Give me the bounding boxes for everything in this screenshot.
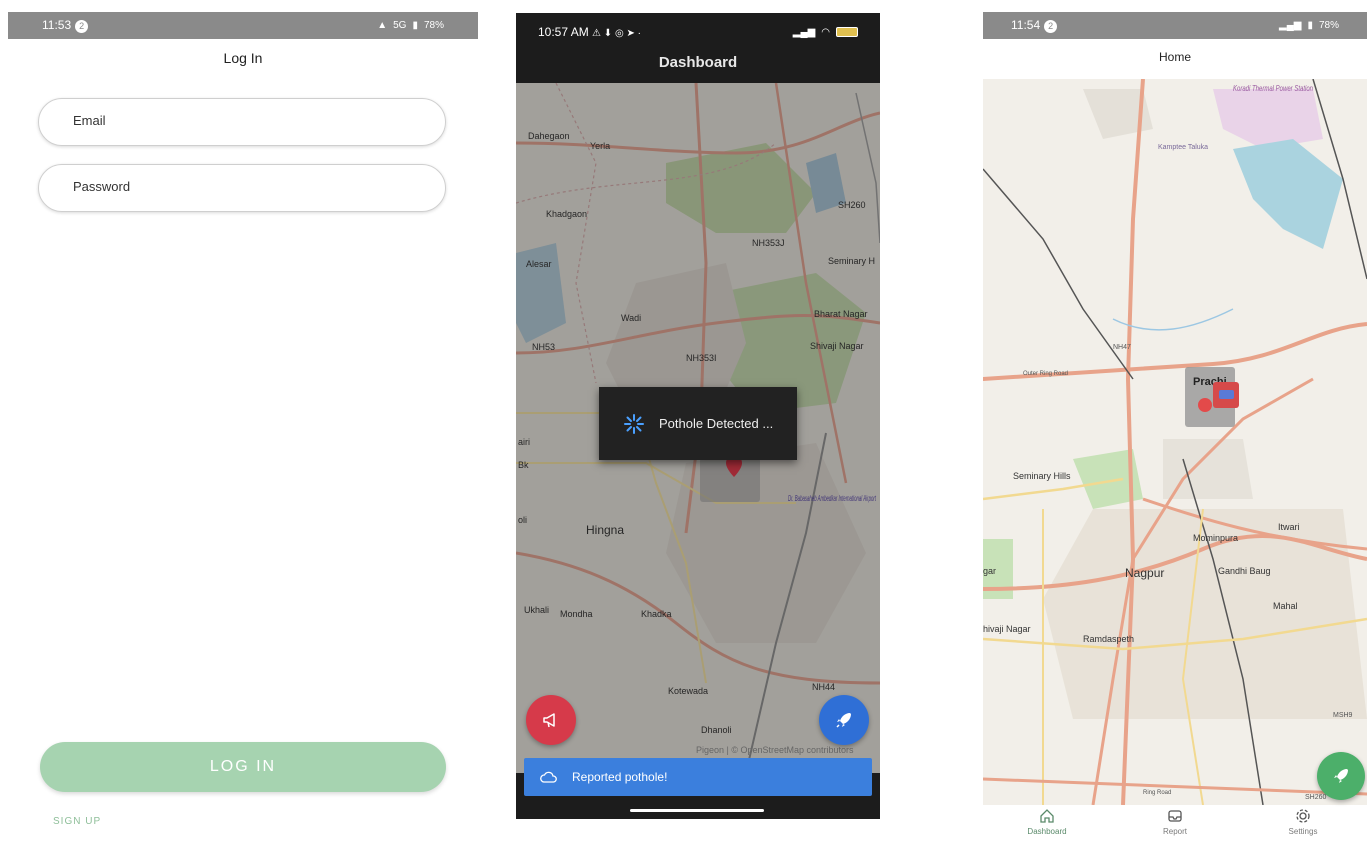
report-pothole-button[interactable]: [526, 695, 576, 745]
spinner-icon: [624, 413, 644, 434]
snackbar: Reported pothole!: [524, 758, 872, 796]
battery-level: 78%: [1318, 20, 1339, 31]
rocket-icon: [1334, 769, 1348, 783]
map-label: Itwari: [1278, 522, 1300, 532]
pothole-marker[interactable]: [1198, 398, 1212, 412]
rocket-icon: [836, 713, 851, 728]
status-time: 10:57 AM: [538, 25, 589, 39]
status-time: 11:54: [1011, 18, 1041, 32]
map-label: Nagpur: [1125, 566, 1164, 580]
dashboard-screen: 10:57 AM ⚠ ⬇ ◎ ➤ · ▂▄▆ ◠ Dashboard Daheg…: [516, 13, 880, 819]
map-label: Mominpura: [1193, 533, 1238, 543]
page-title: Home: [1158, 50, 1191, 64]
wifi-icon: ◠: [821, 26, 830, 38]
status-bar: 10:57 AM ⚠ ⬇ ◎ ➤ · ▂▄▆ ◠: [516, 13, 880, 51]
start-detection-button[interactable]: [1317, 752, 1365, 800]
battery-icon: ▮: [412, 20, 418, 31]
nav-label: Settings: [1288, 827, 1318, 836]
signal-icon: ▂▄▆: [792, 26, 816, 38]
status-icons: ⚠ ⬇ ◎ ➤ ·: [592, 28, 641, 39]
notification-badge: 2: [1044, 20, 1058, 33]
status-bar: 11:54 2 ▂▄▆ ▮ 78%: [983, 12, 1367, 39]
snackbar-message: Reported pothole!: [572, 770, 668, 784]
home-indicator[interactable]: [630, 809, 764, 812]
map-label: Seminary Hills: [1013, 471, 1071, 481]
map-label: SH260: [1305, 794, 1327, 801]
page-title: Log In: [223, 50, 263, 66]
status-time: 11:53: [42, 18, 72, 32]
signal-icon: ▂▄▆: [1279, 20, 1302, 31]
map-label: NH47: [1113, 344, 1131, 351]
home-screen: 11:542 ▂▄▆ ▮ 78% Home Koradi Thermal Po: [983, 12, 1367, 842]
map-label: MSH9: [1333, 712, 1353, 719]
map-label: Gandhi Baug: [1218, 566, 1271, 576]
nav-label: Dashboard: [1027, 827, 1067, 836]
map-label: Outer Ring Road: [1023, 371, 1068, 377]
map-view[interactable]: Koradi Thermal Power Station Kamptee Tal…: [983, 79, 1367, 805]
battery-icon: ▮: [1307, 20, 1313, 31]
megaphone-icon: [543, 713, 555, 728]
map-label: Kamptee Taluka: [1158, 144, 1208, 151]
bottom-navigation: Dashboard Report Settings: [983, 807, 1367, 842]
signal-icon: ▲: [377, 20, 388, 31]
home-icon: [1040, 809, 1054, 823]
nav-item-dashboard[interactable]: Dashboard: [997, 807, 1097, 842]
login-screen: 11:53 2 ▲ 5G ▮ 78% Log In Email Password …: [8, 12, 478, 842]
map-attribution: Pigeon | © OpenStreetMap contributors: [696, 745, 854, 755]
battery-level: 78%: [423, 20, 444, 31]
email-field[interactable]: Email: [38, 98, 446, 146]
login-button[interactable]: LOG IN: [40, 742, 446, 792]
nav-item-settings[interactable]: Settings: [1253, 807, 1353, 842]
battery-icon: [836, 27, 858, 37]
inbox-icon: [1168, 810, 1182, 822]
page-title: Dashboard: [516, 51, 880, 83]
map-label: Ring Road: [1143, 790, 1171, 796]
map-label: hivaji Nagar: [983, 624, 1031, 634]
password-placeholder: Password: [73, 179, 131, 194]
start-detection-button[interactable]: [819, 695, 869, 745]
map-label: Mahal: [1273, 601, 1298, 611]
nav-item-report[interactable]: Report: [1125, 807, 1225, 842]
map-label: Koradi Thermal Power Station: [1233, 84, 1313, 93]
email-placeholder: Email: [73, 113, 106, 128]
signup-link[interactable]: SIGN UP: [53, 816, 101, 827]
gear-icon: [1296, 809, 1310, 823]
status-bar: 11:53 2 ▲ 5G ▮ 78%: [8, 12, 478, 39]
network-label: 5G: [393, 20, 407, 31]
notification-badge: 2: [75, 20, 89, 33]
dialog-message: Pothole Detected ...: [659, 416, 774, 431]
map-label: Ramdaspeth: [1083, 634, 1134, 644]
password-field[interactable]: Password: [38, 164, 446, 212]
map-label: gar: [983, 566, 996, 576]
cloud-icon: [540, 771, 557, 783]
pothole-detected-dialog: Pothole Detected ...: [599, 387, 797, 460]
nav-label: Report: [1162, 827, 1187, 836]
